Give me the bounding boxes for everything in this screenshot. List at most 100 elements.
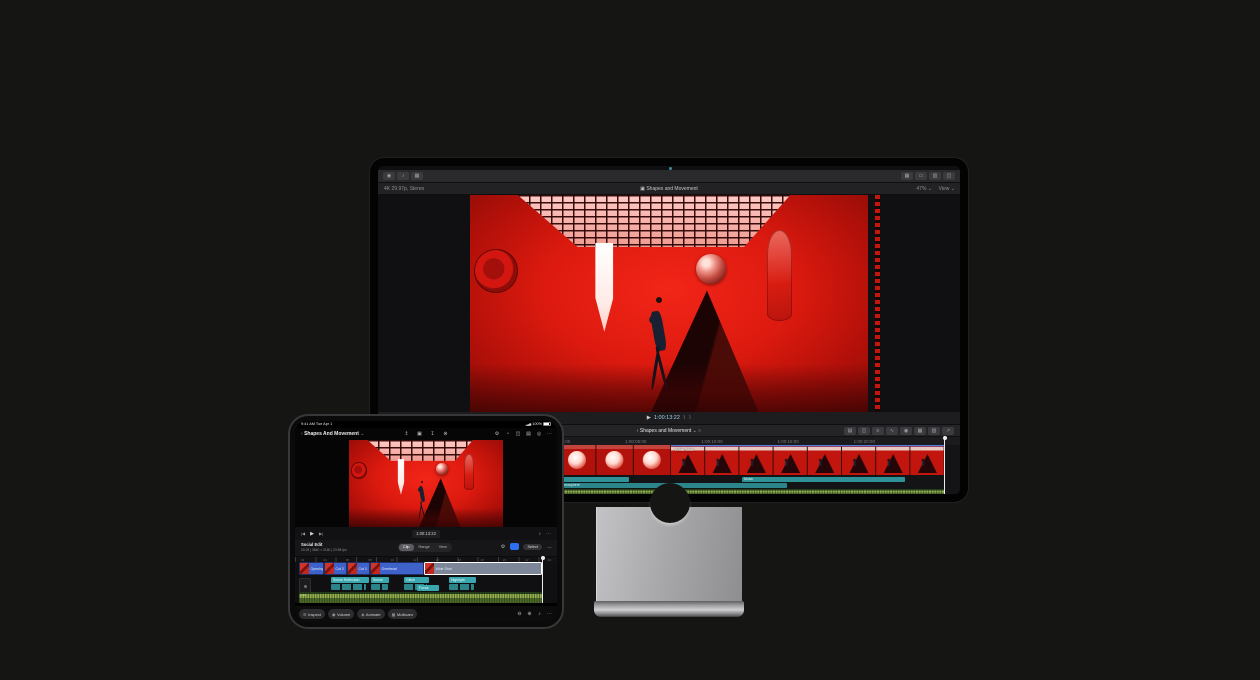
timeline-action-icon[interactable]: ♪ bbox=[536, 611, 543, 617]
ipad-playhead[interactable] bbox=[542, 556, 543, 603]
ipad-viewer bbox=[295, 440, 557, 527]
ipad-bottom-toolbar: ☰ Inspect ◉ Volume ◈ Animate ▦ Multicam … bbox=[295, 606, 557, 622]
next-frame-icon[interactable]: ▶| bbox=[319, 531, 323, 537]
toolbar-icon[interactable]: ▦ bbox=[411, 172, 423, 180]
timeline-tool-icon[interactable]: ▦ bbox=[914, 427, 926, 435]
play-icon[interactable]: ▶ bbox=[647, 415, 651, 421]
ipad-nav-bar: ‹ Shapes And Movement ⌄ ↥ ▣ ↧ ⊗ ⚙◔ ◫▤ ◎⋯ bbox=[295, 428, 557, 440]
timeline-tool-icon[interactable]: ◉ bbox=[900, 427, 912, 435]
storyline-clip-selected[interactable]: Wide Shot bbox=[424, 562, 542, 575]
view-option-icon[interactable]: ◔ bbox=[504, 428, 511, 440]
storyline-clip[interactable]: Cut 2 bbox=[324, 562, 347, 575]
title-clip[interactable]: Focus bbox=[417, 585, 439, 591]
layout-icon[interactable]: ▥ bbox=[929, 172, 941, 180]
edit-mode-segmented-control: Clip Range View bbox=[398, 543, 452, 552]
window-layout-icon-group: ▦▭▥◫ bbox=[901, 172, 955, 180]
toolbar-icon[interactable]: ♪ bbox=[397, 172, 409, 180]
zoom-level-dropdown[interactable]: 47% ⌄ bbox=[916, 183, 932, 195]
view-option-icon[interactable]: ◫ bbox=[515, 428, 522, 440]
skimming-icon[interactable]: ⌇ bbox=[683, 415, 686, 421]
chevron-down-icon: ⌄ bbox=[360, 431, 364, 437]
display-option-button[interactable] bbox=[510, 543, 519, 550]
ipad-audio-track[interactable]: L R bbox=[299, 592, 542, 603]
project-menu[interactable]: ‹ Shapes And Movement ⌄ bbox=[301, 428, 364, 440]
view-option-icon[interactable]: ⚙ bbox=[494, 428, 501, 440]
view-dropdown[interactable]: View ⌄ bbox=[939, 183, 955, 195]
audio-skimming-icon[interactable]: ⌇ bbox=[689, 415, 692, 421]
ipad-timeline: Opening Cut 2 Cut 3 Overhead Wide Shot bbox=[295, 562, 557, 603]
more-icon[interactable]: ⋯ bbox=[546, 531, 551, 537]
mode-range[interactable]: Range bbox=[415, 544, 434, 551]
view-option-icon[interactable]: ⋯ bbox=[546, 428, 553, 440]
title-clip[interactable]: Scene bbox=[371, 577, 389, 590]
project-title: ▣ Shapes and Movement bbox=[378, 183, 960, 195]
floor bbox=[349, 508, 503, 527]
volume-button[interactable]: ◉ Volume bbox=[328, 609, 354, 619]
audio-track[interactable] bbox=[559, 489, 944, 494]
play-icon[interactable]: ▶ bbox=[310, 531, 314, 537]
animate-button[interactable]: ◈ Animate bbox=[357, 609, 384, 619]
mode-clip[interactable]: Clip bbox=[399, 544, 414, 551]
storyline-clip[interactable]: Overhead bbox=[370, 562, 424, 575]
timeline-tool-icon[interactable]: ↗ bbox=[942, 427, 954, 435]
edit-action-icon[interactable]: ▣ bbox=[416, 428, 423, 440]
ipad-timecode: 1:00:13:22 bbox=[412, 530, 440, 538]
timeline-action-icon[interactable]: ⋯ bbox=[546, 611, 553, 617]
layout-icon[interactable]: ▭ bbox=[915, 172, 927, 180]
timeline-tool-icon[interactable]: ∿ bbox=[886, 427, 898, 435]
clip-thumbnail bbox=[348, 563, 357, 574]
clip-thumbnail bbox=[300, 563, 309, 574]
gear-icon[interactable]: ⚙ bbox=[499, 544, 506, 550]
inspector-icon: ☰ bbox=[303, 612, 307, 617]
porthole-window bbox=[351, 462, 368, 479]
skylight-grid bbox=[518, 195, 791, 247]
storyline-clip[interactable]: Opening bbox=[299, 562, 324, 575]
back-chevron-icon: ‹ bbox=[301, 431, 303, 437]
ipad-player-controls: |◀ ▶ ▶| 1:00:13:22 ♪ ⋯ bbox=[295, 527, 557, 540]
arch-niche bbox=[767, 230, 793, 321]
view-option-icon[interactable]: ◎ bbox=[536, 428, 543, 440]
timeline-clip-orbs[interactable] bbox=[559, 445, 671, 475]
fcp-toolbar: ◉♪▦ ▦▭▥◫ bbox=[378, 170, 960, 183]
mode-view[interactable]: View bbox=[435, 544, 451, 551]
battery-percent: 100% bbox=[532, 422, 542, 426]
video-frame bbox=[349, 440, 503, 527]
multicam-button[interactable]: ▦ Multicam bbox=[388, 609, 417, 619]
view-option-icon[interactable]: ▤ bbox=[525, 428, 532, 440]
inspect-button[interactable]: ☰ Inspect bbox=[299, 609, 325, 619]
timeline-tool-icon[interactable]: ▥ bbox=[928, 427, 940, 435]
timeline-tool-icon[interactable]: ◫ bbox=[858, 427, 870, 435]
edit-action-icon[interactable]: ⊗ bbox=[442, 428, 449, 440]
title-clip[interactable]: Scene Reflection bbox=[331, 577, 369, 590]
connected-clip[interactable] bbox=[559, 477, 629, 482]
chevron-down-icon: ⌄ bbox=[693, 428, 697, 434]
ipad-screen: 9:41 AM Tue Apr 1 ▂▄▆ 100% ‹ Shapes And … bbox=[295, 421, 557, 622]
viewer-info-bar: 4K 29.97p, Stereo ▣ Shapes and Movement … bbox=[378, 183, 960, 195]
edit-action-icon[interactable]: ↥ bbox=[403, 428, 410, 440]
select-button[interactable]: Select bbox=[523, 544, 542, 550]
timeline-project-name: Social Edit bbox=[301, 542, 322, 547]
edit-action-icon[interactable]: ↧ bbox=[429, 428, 436, 440]
volume-icon: ◉ bbox=[332, 612, 336, 617]
timeline-clip-wide-shot[interactable] bbox=[671, 445, 944, 475]
timeline-tool-icon[interactable]: ▤ bbox=[844, 427, 856, 435]
previous-frame-icon[interactable]: |◀ bbox=[301, 531, 305, 537]
index-icon: ≡ bbox=[698, 428, 701, 434]
wifi-icon: ▂▄▆ bbox=[526, 423, 532, 426]
skylight-grid bbox=[367, 440, 472, 461]
keyframe-chips bbox=[331, 584, 366, 590]
multicam-icon: ▦ bbox=[392, 612, 396, 617]
timeline-action-icon[interactable]: ⊕ bbox=[526, 611, 533, 617]
timeline-action-icon[interactable]: ⊖ bbox=[516, 611, 523, 617]
timeline-tool-icon[interactable]: ≡ bbox=[872, 427, 884, 435]
title-clip[interactable]: Highlight bbox=[449, 577, 476, 590]
storyline-clip[interactable]: Cut 3 bbox=[347, 562, 370, 575]
layout-icon[interactable]: ◫ bbox=[943, 172, 955, 180]
music-clip[interactable]: Music bbox=[742, 477, 905, 482]
toolbar-icon[interactable]: ◉ bbox=[383, 172, 395, 180]
audio-meter-icon[interactable]: ♪ bbox=[539, 531, 542, 537]
playhead[interactable] bbox=[944, 436, 945, 494]
keyframe-chips bbox=[371, 584, 388, 590]
collapse-icon[interactable]: — bbox=[546, 544, 553, 549]
layout-icon[interactable]: ▦ bbox=[901, 172, 913, 180]
